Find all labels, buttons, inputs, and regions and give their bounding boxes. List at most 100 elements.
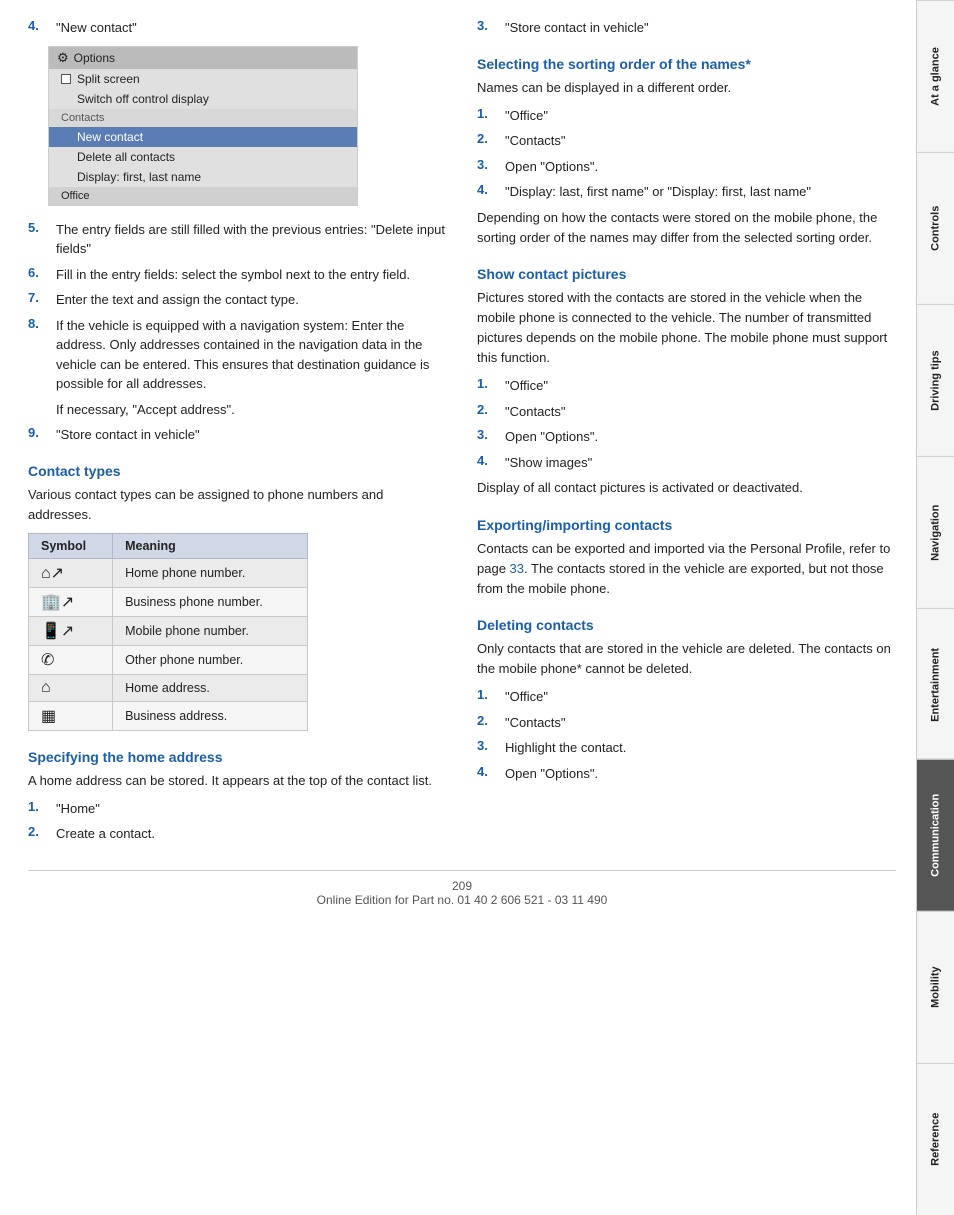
spec-step-1-num: 1. [28,799,56,819]
right-step-3-text: "Store contact in vehicle" [505,18,896,38]
step-5-num: 5. [28,220,56,259]
step-7-num: 7. [28,290,56,310]
spec-step-2-num: 2. [28,824,56,844]
sidebar-tab-communication[interactable]: Communication [917,759,954,911]
step-9: 9. "Store contact in vehicle" [28,425,447,445]
spec-step-2-text: Create a contact. [56,824,447,844]
sorting-note: Depending on how the contacts were store… [477,208,896,248]
meaning-mobile-phone: Mobile phone number. [113,616,308,645]
symbol-other-phone: ✆ [29,645,113,674]
sort-step-1-text: "Office" [505,106,896,126]
step-6: 6. Fill in the entry fields: select the … [28,265,447,285]
del-step-4-num: 4. [477,764,505,784]
specifying-intro: A home address can be stored. It appears… [28,771,447,791]
del-step-1: 1. "Office" [477,687,896,707]
sort-step-2-text: "Contacts" [505,131,896,151]
symbol-home-phone: ⌂↗ [29,558,113,587]
contact-types-table: Symbol Meaning ⌂↗ Home phone number. 🏢↗ … [28,533,308,731]
sort-step-2: 2. "Contacts" [477,131,896,151]
page-footer: 209 Online Edition for Part no. 01 40 2 … [28,870,896,907]
col-right: 3. "Store contact in vehicle" Selecting … [477,18,896,850]
ui-display: Display: first, last name [49,167,357,187]
show-step-4-num: 4. [477,453,505,473]
table-row: ✆ Other phone number. [29,645,308,674]
sidebar-tab-mobility[interactable]: Mobility [917,911,954,1063]
sidebar-tab-at-a-glance[interactable]: At a glance [917,0,954,152]
meaning-home-phone: Home phone number. [113,558,308,587]
spec-step-2: 2. Create a contact. [28,824,447,844]
sorting-heading: Selecting the sorting order of the names… [477,56,896,72]
sidebar-tab-mobility-label: Mobility [930,967,942,1009]
ui-split-screen-row: Split screen [49,69,357,89]
sort-step-1-num: 1. [477,106,505,126]
ui-title: Options [74,51,115,65]
exporting-page-link[interactable]: 33 [510,561,524,576]
sort-step-4: 4. "Display: last, first name" or "Displ… [477,182,896,202]
show-note: Display of all contact pictures is activ… [477,478,896,498]
del-step-2-text: "Contacts" [505,713,896,733]
spec-step-1: 1. "Home" [28,799,447,819]
show-step-1-num: 1. [477,376,505,396]
step-7-text: Enter the text and assign the contact ty… [56,290,447,310]
meaning-business-phone: Business phone number. [113,587,308,616]
meaning-business-address: Business address. [113,701,308,730]
del-step-2-num: 2. [477,713,505,733]
sort-step-3-text: Open "Options". [505,157,896,177]
symbol-business-address: ▦ [29,701,113,730]
step-8: 8. If the vehicle is equipped with a nav… [28,316,447,394]
contact-types-heading: Contact types [28,463,447,479]
step-6-text: Fill in the entry fields: select the sym… [56,265,447,285]
sidebar-tabs: At a glance Controls Driving tips Naviga… [916,0,954,1215]
show-step-2: 2. "Contacts" [477,402,896,422]
show-step-4: 4. "Show images" [477,453,896,473]
step-9-text: "Store contact in vehicle" [56,425,447,445]
exporting-heading: Exporting/importing contacts [477,517,896,533]
sort-step-4-num: 4. [477,182,505,202]
footer-text: Online Edition for Part no. 01 40 2 606 … [317,893,608,907]
step-5-text: The entry fields are still filled with t… [56,220,447,259]
sidebar-tab-at-a-glance-label: At a glance [930,47,942,106]
sidebar-tab-navigation-label: Navigation [930,504,942,560]
sidebar-tab-reference-label: Reference [930,1113,942,1166]
ui-switch-off: Switch off control display [49,89,357,109]
ui-split-screen: Split screen [77,72,140,86]
meaning-home-address: Home address. [113,674,308,701]
sidebar-tab-entertainment-label: Entertainment [930,647,942,721]
ui-office: Office [49,187,357,205]
contact-types-intro: Various contact types can be assigned to… [28,485,447,525]
symbol-home-address: ⌂ [29,674,113,701]
sidebar-tab-driving-tips[interactable]: Driving tips [917,304,954,456]
sidebar-tab-controls-label: Controls [930,206,942,251]
sort-step-2-num: 2. [477,131,505,151]
sidebar-tab-reference[interactable]: Reference [917,1063,954,1215]
symbol-business-phone: 🏢↗ [29,587,113,616]
show-step-1-text: "Office" [505,376,896,396]
ui-new-contact: New contact [49,127,357,147]
step-4-text: "New contact" [56,18,447,38]
deleting-heading: Deleting contacts [477,617,896,633]
sidebar-tab-controls[interactable]: Controls [917,152,954,304]
table-row: ⌂↗ Home phone number. [29,558,308,587]
ui-contacts-group: Contacts [49,109,357,127]
right-step-3: 3. "Store contact in vehicle" [477,18,896,38]
sort-step-1: 1. "Office" [477,106,896,126]
del-step-4-text: Open "Options". [505,764,896,784]
step-8-sub: If necessary, "Accept address". [56,400,447,420]
sidebar-tab-navigation[interactable]: Navigation [917,456,954,608]
sidebar-tab-entertainment[interactable]: Entertainment [917,608,954,760]
step-5: 5. The entry fields are still filled wit… [28,220,447,259]
main-content: 4. "New contact" ⚙ Options Split screen … [0,0,916,1215]
sort-step-3: 3. Open "Options". [477,157,896,177]
step-8-text: If the vehicle is equipped with a naviga… [56,316,447,394]
del-step-3-num: 3. [477,738,505,758]
show-step-2-text: "Contacts" [505,402,896,422]
right-step-3-num: 3. [477,18,505,38]
spec-step-1-text: "Home" [56,799,447,819]
del-step-4: 4. Open "Options". [477,764,896,784]
show-contact-intro: Pictures stored with the contacts are st… [477,288,896,369]
del-step-1-text: "Office" [505,687,896,707]
show-step-4-text: "Show images" [505,453,896,473]
ui-screenshot: ⚙ Options Split screen Switch off contro… [48,46,358,206]
ui-delete-all: Delete all contacts [49,147,357,167]
show-step-2-num: 2. [477,402,505,422]
